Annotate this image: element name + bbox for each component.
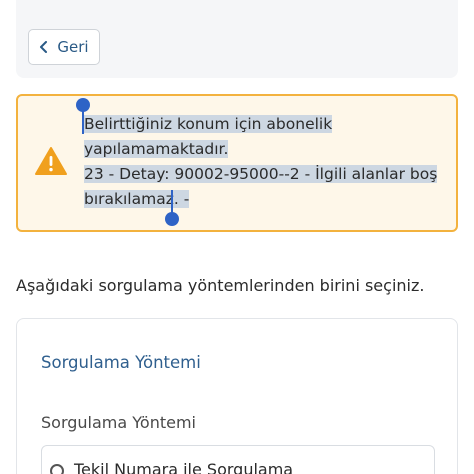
chevron-left-icon: [40, 41, 48, 53]
back-button[interactable]: Geri: [28, 29, 100, 65]
back-button-label: Geri: [57, 38, 89, 56]
query-method-card: Sorgulama Yöntemi Sorgulama Yöntemi Teki…: [16, 318, 458, 474]
method-option-label: Tekil Numara ile Sorgulama: [74, 460, 294, 474]
selection-start-handle[interactable]: [76, 98, 90, 134]
radio-icon[interactable]: [50, 464, 64, 474]
alert-line-3: 23 - Detay: 90002-95000--2 - İlgili alan…: [84, 165, 438, 183]
selection-end-handle[interactable]: [165, 190, 179, 226]
method-field-label: Sorgulama Yöntemi: [41, 413, 196, 432]
alert-line-4: bırakılamaz. -: [84, 190, 190, 208]
alert-line-2: yapılamamaktadır.: [84, 140, 229, 158]
method-card-title: Sorgulama Yöntemi: [41, 353, 201, 372]
instruction-text: Aşağıdaki sorgulama yöntemlerinden birin…: [16, 276, 425, 295]
warning-triangle-icon: [35, 147, 67, 175]
alert-line-1: Belirttiğiniz konum için abonelik: [84, 115, 333, 133]
alert-message[interactable]: Belirttiğiniz konum için abonelik yapıla…: [84, 112, 444, 212]
method-option-single-number[interactable]: Tekil Numara ile Sorgulama: [41, 445, 435, 474]
